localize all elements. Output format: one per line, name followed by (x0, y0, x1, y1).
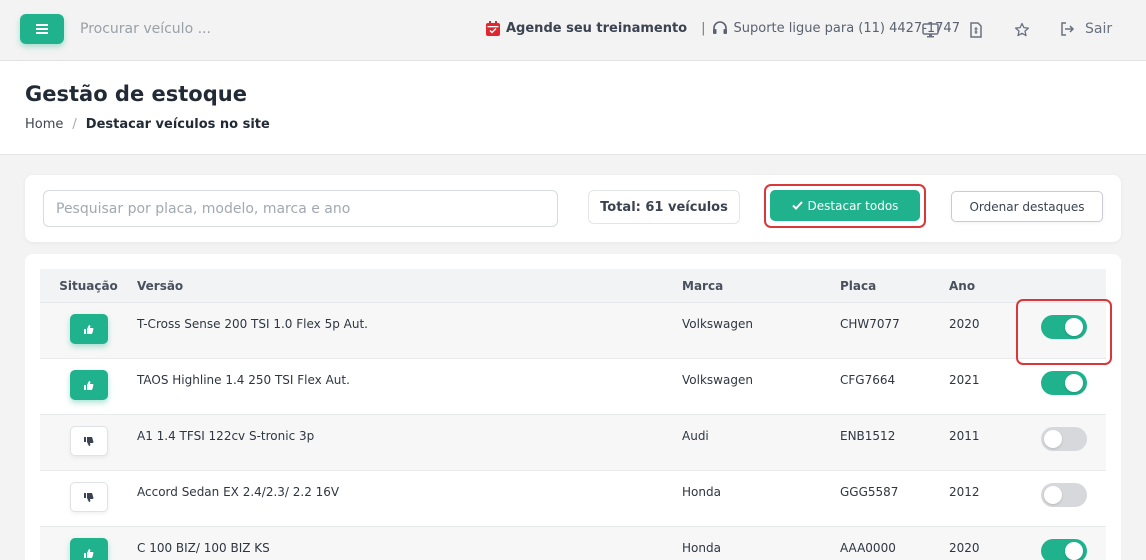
logout-button[interactable]: Sair (1060, 21, 1112, 37)
thumbs-up-icon (83, 380, 94, 391)
highlight-toggle[interactable] (1041, 371, 1087, 395)
breadcrumb: Home / Destacar veículos no site (25, 117, 270, 132)
cell-ano: 2021 (949, 373, 980, 387)
header-placa: Placa (840, 278, 877, 293)
cell-marca: Volkswagen (682, 317, 753, 331)
toggle-knob (1065, 374, 1083, 392)
total-count: Total: 61 veículos (588, 190, 740, 224)
training-link[interactable]: Agende seu treinamento (506, 21, 687, 36)
cell-placa: CFG7664 (840, 373, 896, 387)
calendar-icon (486, 21, 500, 36)
cell-versao: Accord Sedan EX 2.4/2.3/ 2.2 16V (137, 485, 340, 499)
vehicles-table-card: Situação Versão Marca Placa Ano T-Cross … (25, 254, 1121, 560)
header-ano: Ano (949, 278, 976, 293)
breadcrumb-home[interactable]: Home (25, 117, 63, 132)
cell-ano: 2020 (949, 541, 980, 555)
highlight-toggle[interactable] (1041, 539, 1087, 560)
vehicle-search-input[interactable]: Procurar veículo ... (80, 21, 211, 37)
highlight-toggle[interactable] (1041, 483, 1087, 507)
toggle-knob (1044, 430, 1062, 448)
thumbs-up-icon (83, 324, 94, 335)
cell-placa: ENB1512 (840, 429, 896, 443)
status-button[interactable] (69, 426, 108, 456)
table-row: C 100 BIZ/ 100 BIZ KS Honda AAA0000 2020 (40, 527, 1106, 560)
top-bar: Procurar veículo ... Agende seu treiname… (0, 0, 1146, 61)
thumbs-down-icon (83, 436, 94, 447)
toggle-annotation-frame (1016, 299, 1112, 365)
table-row: TAOS Highline 1.4 250 TSI Flex Aut. Volk… (40, 359, 1106, 415)
toggle-knob (1065, 542, 1083, 560)
table-row: T-Cross Sense 200 TSI 1.0 Flex 5p Aut. V… (40, 303, 1106, 359)
status-button[interactable] (69, 538, 108, 560)
feature-all-button[interactable]: Destacar todos (770, 190, 920, 221)
headset-icon (712, 21, 728, 36)
breadcrumb-separator: / (72, 117, 77, 132)
toggle-knob (1044, 486, 1062, 504)
header-situacao: Situação (59, 278, 118, 293)
cell-ano: 2011 (949, 429, 980, 443)
header-marca: Marca (682, 278, 724, 293)
vehicles-table: Situação Versão Marca Placa Ano T-Cross … (40, 269, 1106, 560)
status-button[interactable] (69, 482, 108, 512)
status-button[interactable] (69, 314, 108, 344)
cell-marca: Volkswagen (682, 373, 753, 387)
order-highlights-button[interactable]: Ordenar destaques (951, 191, 1103, 222)
menu-button[interactable] (20, 14, 64, 44)
cell-versao: TAOS Highline 1.4 250 TSI Flex Aut. (137, 373, 350, 387)
highlight-toggle[interactable] (1041, 427, 1087, 451)
nav-separator: | (701, 21, 706, 36)
cell-marca: Honda (682, 541, 721, 555)
cell-marca: Honda (682, 485, 721, 499)
vehicle-filter-input[interactable] (43, 190, 558, 227)
page-header: Gestão de estoque Home / Destacar veícul… (0, 61, 1146, 155)
star-icon[interactable] (1014, 22, 1030, 38)
cell-placa: AAA0000 (840, 541, 896, 555)
menu-icon (36, 24, 48, 34)
page-title: Gestão de estoque (25, 82, 247, 106)
thumbs-down-icon (83, 492, 94, 503)
breadcrumb-current: Destacar veículos no site (85, 117, 270, 132)
cell-marca: Audi (682, 429, 709, 443)
table-header: Situação Versão Marca Placa Ano (40, 269, 1106, 303)
table-row: Accord Sedan EX 2.4/2.3/ 2.2 16V Honda G… (40, 471, 1106, 527)
cell-versao: C 100 BIZ/ 100 BIZ KS (137, 541, 270, 555)
cell-versao: A1 1.4 TFSI 122cv S-tronic 3p (137, 429, 315, 443)
status-button[interactable] (69, 370, 108, 400)
logout-icon (1060, 22, 1075, 36)
cell-ano: 2012 (949, 485, 980, 499)
cell-placa: CHW7077 (840, 317, 900, 331)
document-icon[interactable] (970, 22, 982, 38)
thumbs-up-icon (83, 548, 94, 559)
feature-all-label: Destacar todos (807, 198, 899, 213)
logout-label: Sair (1085, 21, 1113, 37)
cell-placa: GGG5587 (840, 485, 899, 499)
monitor-icon[interactable] (922, 23, 939, 38)
header-versao: Versão (137, 278, 184, 293)
check-icon (791, 201, 803, 210)
table-row: A1 1.4 TFSI 122cv S-tronic 3p Audi ENB15… (40, 415, 1106, 471)
cell-versao: T-Cross Sense 200 TSI 1.0 Flex 5p Aut. (137, 317, 368, 331)
toolbar-card: Total: 61 veículos Destacar todos Ordena… (25, 175, 1121, 242)
